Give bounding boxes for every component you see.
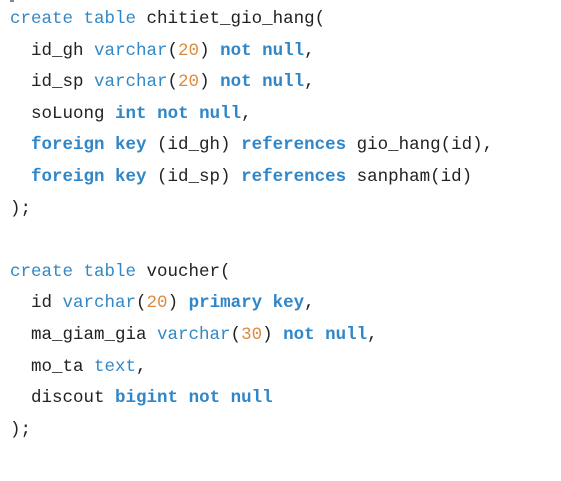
token-keyword: varchar [157, 324, 231, 345]
token-number-literal: 20 [178, 40, 200, 61]
token-keyword: table [83, 261, 137, 282]
token-punctuation: , [304, 72, 315, 93]
code-line[interactable]: create table chitiet_gio_hang( [10, 4, 493, 36]
token-punctuation [178, 388, 189, 408]
token-identifier: (id_gh) [146, 135, 242, 156]
token-keyword: table [83, 9, 137, 29]
token-keyword: foreign key [31, 166, 147, 187]
code-line[interactable]: foreign key (id_gh) references gio_hang(… [10, 130, 493, 162]
token-keyword: not null [220, 72, 305, 93]
token-keyword: create [10, 9, 74, 29]
token-punctuation: ( [230, 324, 242, 345]
token-keyword: bigint [115, 388, 179, 409]
token-keyword: references [241, 166, 347, 187]
token-identifier: id [10, 293, 63, 314]
token-identifier: id_sp [10, 72, 95, 93]
previous-line-fragment [10, 0, 14, 2]
code-line[interactable]: foreign key (id_sp) references sanpham(i… [10, 162, 493, 194]
token-punctuation: , [367, 324, 378, 345]
token-punctuation: , [304, 40, 315, 61]
token-keyword: primary key [188, 293, 305, 314]
token-punctuation: ) [262, 324, 284, 345]
token-identifier: chitiet_gio_hang( [136, 9, 326, 29]
token-number-literal: 20 [178, 72, 200, 93]
code-editor[interactable]: create table chitiet_gio_hang( id_gh var… [10, 4, 493, 446]
token-punctuation: , [304, 293, 315, 314]
token-punctuation: ); [10, 419, 32, 440]
token-number-literal: 30 [241, 324, 263, 345]
token-number-literal: 20 [146, 293, 168, 314]
token-keyword: create [10, 261, 74, 282]
token-keyword: varchar [94, 72, 168, 93]
token-punctuation: ) [199, 72, 221, 93]
token-keyword: text [94, 356, 137, 377]
token-punctuation: ( [167, 72, 179, 93]
token-identifier: gio_hang(id), [346, 135, 494, 156]
token-punctuation: ( [167, 40, 179, 61]
token-keyword: references [241, 135, 347, 156]
code-line[interactable]: soLuong int not null, [10, 99, 493, 131]
code-line[interactable]: mo_ta text, [10, 352, 493, 384]
code-line[interactable] [10, 225, 493, 257]
token-identifier: mo_ta [10, 356, 95, 377]
code-line[interactable]: id varchar(20) primary key, [10, 288, 493, 320]
token-punctuation [73, 9, 84, 29]
token-punctuation: ) [167, 293, 189, 314]
token-identifier: ma_giam_gia [10, 324, 158, 345]
token-identifier: sanpham(id) [346, 166, 473, 187]
token-keyword: not null [188, 388, 273, 409]
token-identifier: voucher( [136, 261, 231, 282]
token-punctuation: , [241, 103, 252, 124]
code-line[interactable]: ); [10, 415, 493, 447]
token-punctuation: ) [199, 40, 221, 61]
token-punctuation: , [136, 356, 147, 377]
code-line[interactable]: create table voucher( [10, 257, 493, 289]
token-keyword: varchar [94, 40, 168, 61]
token-keyword: not null [283, 324, 368, 345]
token-punctuation: ); [10, 198, 32, 219]
code-line[interactable]: discout bigint not null [10, 383, 493, 415]
token-punctuation [10, 135, 31, 155]
token-punctuation [147, 104, 158, 124]
code-line[interactable]: ma_giam_gia varchar(30) not null, [10, 320, 493, 352]
token-identifier: soLuong [10, 103, 116, 124]
code-line[interactable]: id_gh varchar(20) not null, [10, 36, 493, 68]
token-punctuation: ( [136, 293, 147, 314]
token-punctuation [10, 167, 31, 187]
token-keyword: int [115, 103, 147, 124]
token-keyword: not null [157, 103, 242, 124]
token-keyword: not null [220, 40, 305, 61]
token-keyword: foreign key [31, 135, 147, 156]
token-punctuation [73, 262, 84, 282]
token-identifier: discout [10, 388, 116, 409]
token-keyword: varchar [62, 293, 137, 314]
code-line[interactable]: ); [10, 194, 493, 226]
token-identifier: id_gh [10, 40, 95, 61]
code-line[interactable]: id_sp varchar(20) not null, [10, 67, 493, 99]
token-identifier: (id_sp) [146, 166, 242, 187]
